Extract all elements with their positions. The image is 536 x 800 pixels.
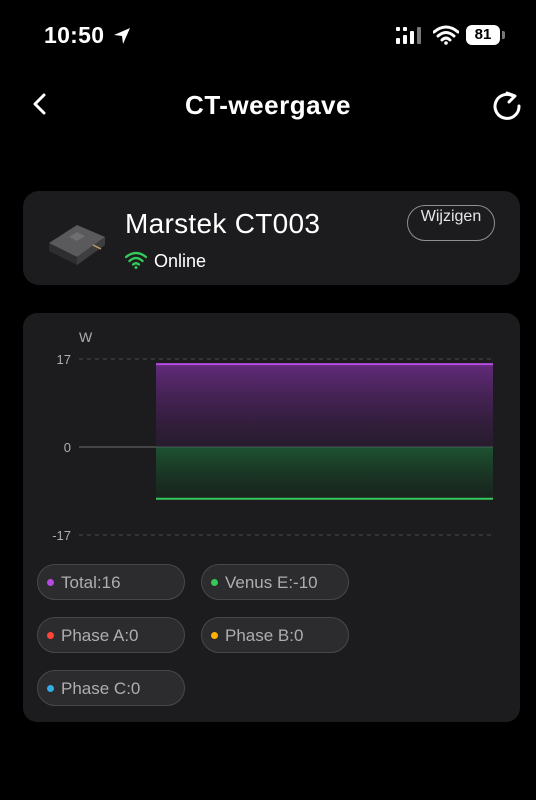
y-axis-label: W bbox=[79, 329, 93, 345]
legend-label: Phase B:0 bbox=[225, 626, 304, 645]
online-wifi-icon bbox=[125, 251, 147, 269]
legend-dot bbox=[47, 632, 54, 639]
legend-chip[interactable]: Phase B:0 bbox=[201, 617, 349, 653]
y-tick-zero: 0 bbox=[64, 440, 71, 455]
legend-dot bbox=[47, 685, 54, 692]
page-title: CT-weergave bbox=[185, 90, 351, 120]
y-tick-top: 17 bbox=[57, 352, 71, 367]
status-time: 10:50 bbox=[44, 22, 105, 48]
legend-chip[interactable]: Total:16 bbox=[37, 564, 185, 600]
online-status-label: Online bbox=[154, 251, 207, 271]
device-name: Marstek CT003 bbox=[125, 208, 321, 239]
power-chart: W 17 0 -17 bbox=[52, 329, 493, 543]
series-layer bbox=[156, 363, 493, 500]
legend-chip[interactable]: Phase C:0 bbox=[37, 670, 185, 706]
legend-label: Venus E:-10 bbox=[225, 573, 318, 592]
legend-dot bbox=[211, 632, 218, 639]
refresh-button[interactable] bbox=[492, 90, 524, 122]
series-area-0 bbox=[156, 364, 493, 447]
location-arrow-icon bbox=[114, 28, 130, 44]
series-area-1 bbox=[156, 447, 493, 499]
legend-dot bbox=[211, 579, 218, 586]
legend-label: Phase C:0 bbox=[61, 679, 141, 698]
legend-dot bbox=[47, 579, 54, 586]
y-tick-bottom: -17 bbox=[52, 528, 71, 543]
legend-chip[interactable]: Venus E:-10 bbox=[201, 564, 349, 600]
battery-indicator: 81 bbox=[466, 25, 500, 45]
edit-button[interactable]: Wijzigen bbox=[407, 205, 495, 241]
legend-chip[interactable]: Phase A:0 bbox=[37, 617, 185, 653]
device-card: Marstek CT003 Online Wijzigen bbox=[23, 191, 520, 285]
chart-card: W 17 0 -17 Total:16 Venus E:-10 Phase A:0 P… bbox=[23, 313, 520, 722]
battery-cap bbox=[502, 31, 505, 39]
cellular-signal-icon bbox=[396, 27, 421, 44]
legend-label: Total:16 bbox=[61, 573, 121, 592]
wifi-icon bbox=[433, 25, 459, 45]
nav-bar: CT-weergave bbox=[0, 78, 536, 134]
legend-label: Phase A:0 bbox=[61, 626, 139, 645]
device-image bbox=[49, 225, 105, 265]
status-bar: 10:50 81 bbox=[0, 0, 536, 72]
